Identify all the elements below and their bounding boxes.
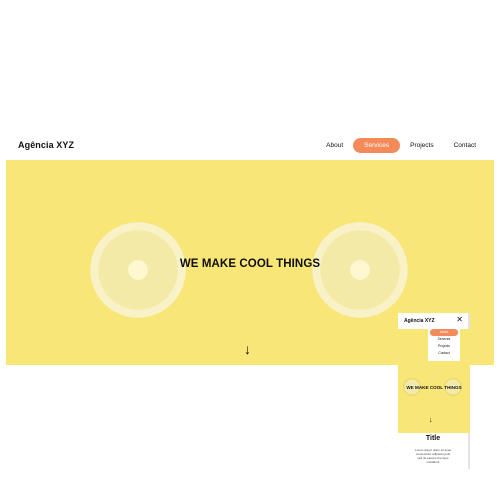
mobile-hero-headline: WE MAKE COOL THINGS — [406, 385, 462, 390]
mobile-menu-about[interactable]: About — [430, 329, 458, 336]
site-header: Agência XYZ About Services Projects Cont… — [0, 132, 500, 160]
mobile-menu-services[interactable]: Services — [430, 336, 458, 343]
mobile-menu-projects[interactable]: Projects — [430, 343, 458, 350]
mobile-brand-logo[interactable]: Agência XYZ — [404, 318, 435, 324]
close-icon[interactable]: ✕ — [456, 315, 463, 325]
scroll-down-arrow-icon[interactable]: ↓ — [244, 342, 251, 356]
lemon-slice-image — [312, 222, 408, 318]
mobile-preview: Agência XYZ ✕ WE MAKE COOL THINGS ↓ Abou… — [398, 313, 470, 469]
nav-services[interactable]: Services — [353, 138, 401, 153]
brand-logo[interactable]: Agência XYZ — [18, 140, 74, 150]
mobile-menu-contact[interactable]: Contact — [430, 350, 458, 357]
mobile-section-title: Title — [425, 435, 441, 442]
nav-contact[interactable]: Contact — [444, 139, 486, 152]
mobile-menu-dropdown: About Services Projects Contact — [428, 327, 460, 361]
nav-projects[interactable]: Projects — [400, 139, 443, 152]
nav-about[interactable]: About — [316, 139, 353, 152]
lemon-slice-image — [90, 222, 186, 318]
hero-headline: WE MAKE COOL THINGS — [179, 258, 321, 270]
main-nav: About Services Projects Contact — [316, 138, 486, 153]
scroll-down-arrow-icon[interactable]: ↓ — [429, 417, 433, 425]
mobile-section-text: Lorem ipsum dolor sit amet consectetur a… — [414, 448, 452, 464]
